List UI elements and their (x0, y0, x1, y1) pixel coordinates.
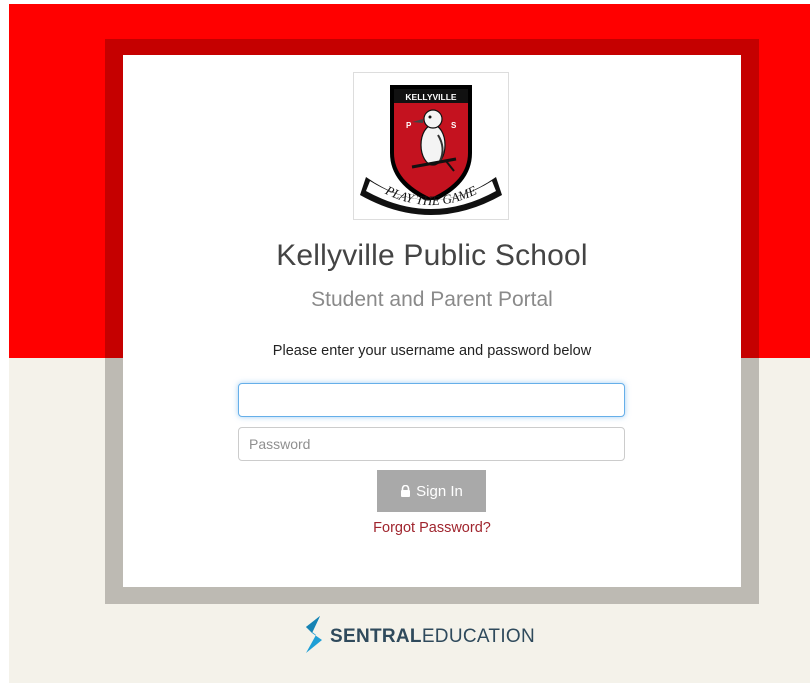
lock-icon (400, 485, 411, 497)
portal-name: Student and Parent Portal (311, 288, 553, 311)
school-name: Kellyville Public School (276, 239, 588, 272)
sentral-logo-icon (302, 615, 324, 660)
sentral-wordmark: SENTRALEDUCATION (330, 626, 535, 648)
school-logo: KELLYVILLE P S PLAY THE GAME (353, 72, 509, 220)
username-input[interactable] (238, 383, 625, 417)
logo-letter-right: S (451, 121, 457, 130)
forgot-password-row: Forgot Password? (123, 520, 741, 536)
login-instructions: Please enter your username and password … (272, 343, 592, 359)
logo-letter-left: P (406, 121, 412, 130)
logo-top-text: KELLYVILLE (405, 92, 456, 102)
sentral-wordmark-bold: SENTRAL (330, 626, 422, 647)
password-input[interactable] (238, 427, 625, 461)
sentral-brand: SENTRALEDUCATION (302, 615, 535, 660)
sentral-wordmark-regular: EDUCATION (421, 626, 536, 647)
sign-in-button[interactable]: Sign In (377, 470, 486, 512)
sign-in-label: Sign In (416, 482, 463, 500)
login-card: KELLYVILLE P S PLAY THE GAME Kellyville … (123, 55, 741, 587)
forgot-password-link[interactable]: Forgot Password? (373, 520, 491, 536)
